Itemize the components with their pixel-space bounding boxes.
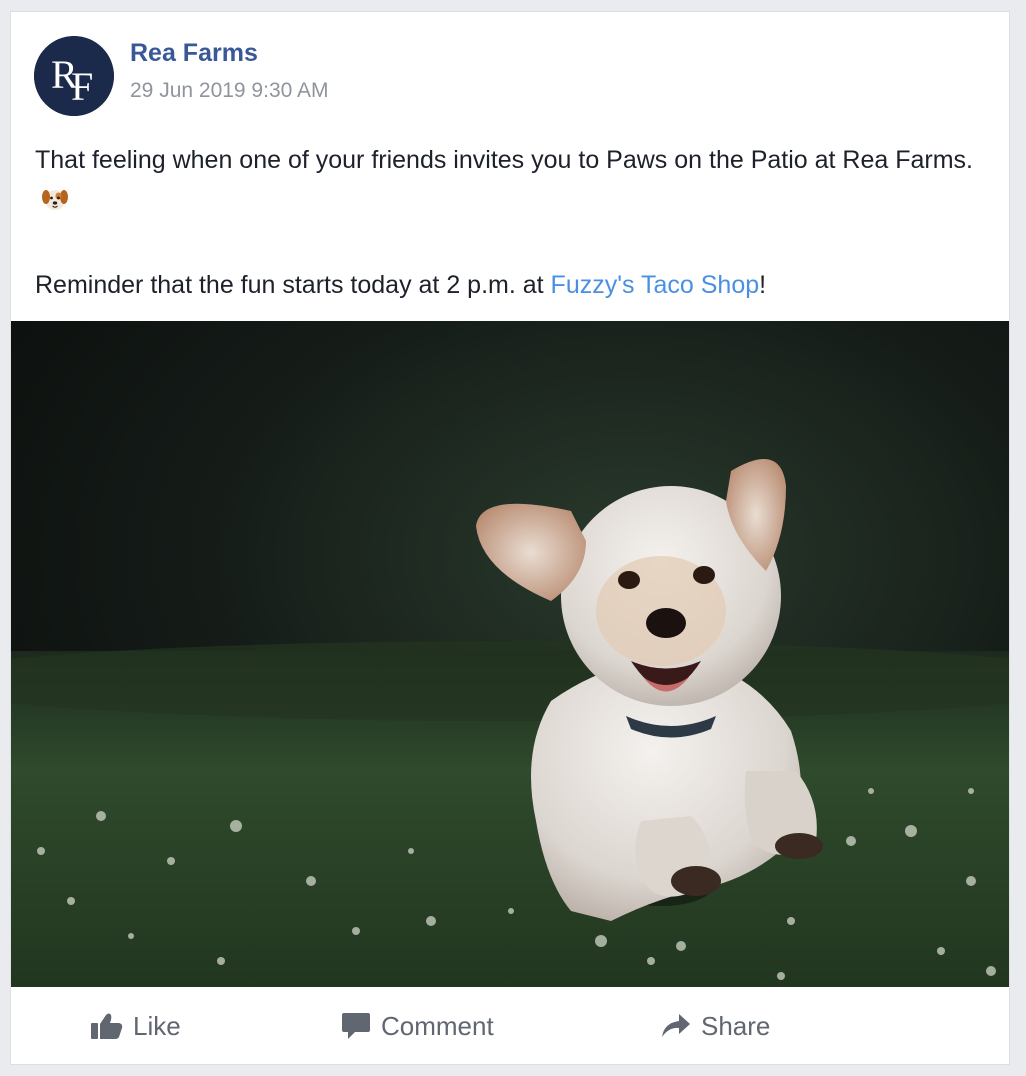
like-label: Like [133, 1010, 181, 1041]
post-text-2-suffix: ! [759, 271, 767, 299]
post-text-2: Reminder that the fun starts today at 2 … [35, 271, 551, 299]
page-name-link[interactable]: Rea Farms [130, 38, 329, 68]
share-button[interactable]: Share [661, 987, 771, 1064]
comment-label: Comment [381, 1010, 494, 1041]
speech-bubble-icon [342, 1013, 370, 1039]
comment-button[interactable]: Comment [341, 987, 494, 1064]
svg-text:F: F [71, 64, 93, 109]
share-label: Share [701, 1010, 771, 1041]
rf-monogram-logo: R F [34, 36, 114, 116]
post-meta: Rea Farms 29 Jun 2019 9:30 AM [130, 38, 329, 106]
post-header: R F Rea Farms 29 Jun 2019 9:30 AM [34, 36, 329, 116]
post-body: That feeling when one of your friends in… [35, 140, 985, 305]
post-card: R F Rea Farms 29 Jun 2019 9:30 AM That f… [10, 11, 1010, 1065]
post-paragraph-1: That feeling when one of your friends in… [35, 140, 985, 225]
post-actions-bar: Like Comment Share [11, 987, 1009, 1064]
like-button[interactable]: Like [91, 987, 181, 1064]
thumbs-up-icon [91, 1013, 123, 1039]
post-timestamp[interactable]: 29 Jun 2019 9:30 AM [130, 76, 329, 106]
fuzzys-taco-shop-link[interactable]: Fuzzy's Taco Shop [551, 271, 760, 299]
post-paragraph-2: Reminder that the fun starts today at 2 … [35, 265, 985, 305]
dog-face-emoji-icon [41, 185, 69, 225]
post-text-1: That feeling when one of your friends in… [35, 146, 974, 174]
avatar[interactable]: R F [34, 36, 114, 116]
share-arrow-icon [662, 1014, 690, 1037]
post-photo-dog-running-on-grass[interactable] [11, 321, 1009, 987]
